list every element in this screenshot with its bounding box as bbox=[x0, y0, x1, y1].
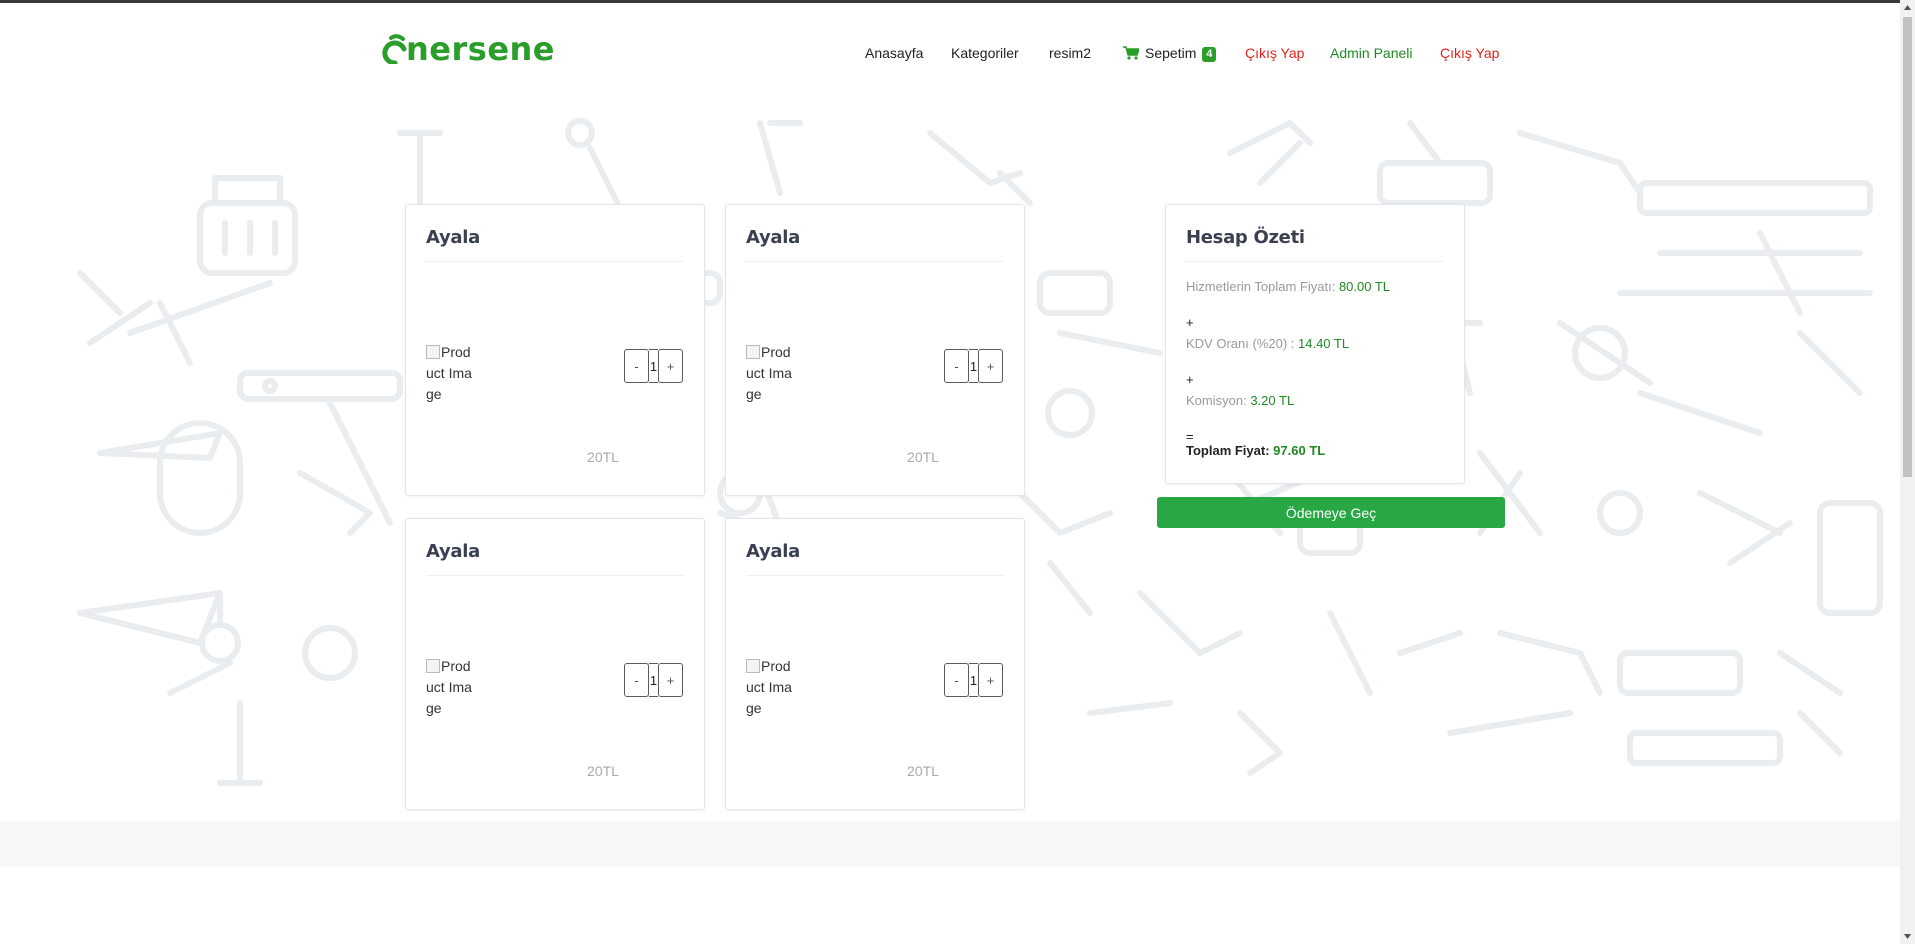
site-logo[interactable]: nersene bbox=[382, 29, 555, 69]
summary-title: Hesap Özeti bbox=[1186, 227, 1305, 248]
nav-cart[interactable]: Sepetim 4 bbox=[1123, 43, 1217, 63]
decrease-qty-button[interactable]: - bbox=[944, 663, 969, 697]
product-title: Ayala bbox=[746, 541, 800, 562]
increase-qty-button[interactable]: + bbox=[658, 663, 683, 697]
decrease-qty-button[interactable]: - bbox=[624, 349, 649, 383]
quantity-value: 1 bbox=[969, 349, 978, 383]
nav-cart-label: Sepetim bbox=[1145, 45, 1197, 61]
broken-image-icon bbox=[746, 659, 760, 673]
increase-qty-button[interactable]: + bbox=[978, 663, 1003, 697]
scroll-down-arrow-icon[interactable] bbox=[1900, 929, 1915, 944]
account-summary-card: Hesap Özeti Hizmetlerin Toplam Fiyatı: 8… bbox=[1165, 204, 1465, 484]
product-price: 20TL bbox=[587, 449, 619, 465]
nav-logout-2[interactable]: Çıkış Yap bbox=[1440, 43, 1499, 63]
plus-sign: + bbox=[1186, 315, 1194, 330]
quantity-value: 1 bbox=[969, 663, 978, 697]
grand-total-label: Toplam Fiyat: bbox=[1186, 443, 1270, 458]
product-image: Product Image bbox=[746, 342, 798, 405]
cart-item-card: Ayala Product Image - 1 + 20TL bbox=[725, 204, 1025, 496]
broken-image-icon bbox=[746, 345, 760, 359]
decrease-qty-button[interactable]: - bbox=[624, 663, 649, 697]
nav-resim2[interactable]: resim2 bbox=[1049, 43, 1091, 63]
grand-total-row: Toplam Fiyat: 97.60 TL bbox=[1186, 443, 1325, 458]
product-price: 20TL bbox=[907, 449, 939, 465]
services-total-row: Hizmetlerin Toplam Fiyatı: 80.00 TL bbox=[1186, 279, 1390, 294]
services-total-label: Hizmetlerin Toplam Fiyatı: bbox=[1186, 279, 1336, 294]
increase-qty-button[interactable]: + bbox=[978, 349, 1003, 383]
nav-categories[interactable]: Kategoriler bbox=[951, 43, 1019, 63]
nav-home[interactable]: Anasayfa bbox=[865, 43, 923, 63]
broken-image-icon bbox=[426, 659, 440, 673]
cart-item-card: Ayala Product Image - 1 + 20TL bbox=[405, 518, 705, 810]
cart-item-card: Ayala Product Image - 1 + 20TL bbox=[405, 204, 705, 496]
broken-image-icon bbox=[426, 345, 440, 359]
cart-count-badge: 4 bbox=[1202, 47, 1217, 62]
page-scrollbar[interactable] bbox=[1900, 0, 1915, 944]
scrollbar-thumb[interactable] bbox=[1903, 17, 1912, 477]
cart-item-card: Ayala Product Image - 1 + 20TL bbox=[725, 518, 1025, 810]
commission-row: Komisyon: 3.20 TL bbox=[1186, 393, 1294, 408]
quantity-stepper: - 1 + bbox=[944, 663, 1003, 697]
decrease-qty-button[interactable]: - bbox=[944, 349, 969, 383]
vat-label: KDV Oranı (%20) : bbox=[1186, 336, 1295, 351]
product-price: 20TL bbox=[907, 763, 939, 779]
nav-admin-panel[interactable]: Admin Paneli bbox=[1330, 43, 1413, 63]
plus-sign: + bbox=[1186, 372, 1194, 387]
vat-value: 14.40 TL bbox=[1298, 336, 1350, 351]
card-divider bbox=[746, 575, 1004, 576]
logo-mark-icon bbox=[382, 34, 407, 64]
commission-value: 3.20 TL bbox=[1250, 393, 1295, 408]
commission-label: Komisyon: bbox=[1186, 393, 1247, 408]
product-title: Ayala bbox=[746, 227, 800, 248]
product-title: Ayala bbox=[426, 227, 480, 248]
product-title: Ayala bbox=[426, 541, 480, 562]
quantity-value: 1 bbox=[649, 663, 658, 697]
increase-qty-button[interactable]: + bbox=[658, 349, 683, 383]
quantity-stepper: - 1 + bbox=[624, 349, 683, 383]
quantity-value: 1 bbox=[649, 349, 658, 383]
product-image: Product Image bbox=[746, 656, 798, 719]
quantity-stepper: - 1 + bbox=[944, 349, 1003, 383]
card-divider bbox=[426, 261, 684, 262]
services-total-value: 80.00 TL bbox=[1338, 279, 1391, 294]
grand-total-value: 97.60 TL bbox=[1273, 443, 1326, 458]
footer-band bbox=[0, 821, 1900, 866]
card-divider bbox=[426, 575, 684, 576]
cart-icon bbox=[1123, 46, 1139, 60]
site-header: nersene Anasayfa Kategoriler resim2 Sepe… bbox=[0, 3, 1900, 93]
logo-text: nersene bbox=[406, 30, 555, 68]
product-image: Product Image bbox=[426, 342, 478, 405]
equals-sign: = bbox=[1186, 429, 1194, 444]
vat-row: KDV Oranı (%20) : 14.40 TL bbox=[1186, 336, 1349, 351]
product-price: 20TL bbox=[587, 763, 619, 779]
card-divider bbox=[746, 261, 1004, 262]
checkout-button[interactable]: Ödemeye Geç bbox=[1157, 497, 1505, 528]
product-image: Product Image bbox=[426, 656, 478, 719]
nav-logout[interactable]: Çıkış Yap bbox=[1245, 43, 1304, 63]
card-divider bbox=[1186, 261, 1444, 262]
scroll-up-arrow-icon[interactable] bbox=[1900, 0, 1915, 15]
quantity-stepper: - 1 + bbox=[624, 663, 683, 697]
